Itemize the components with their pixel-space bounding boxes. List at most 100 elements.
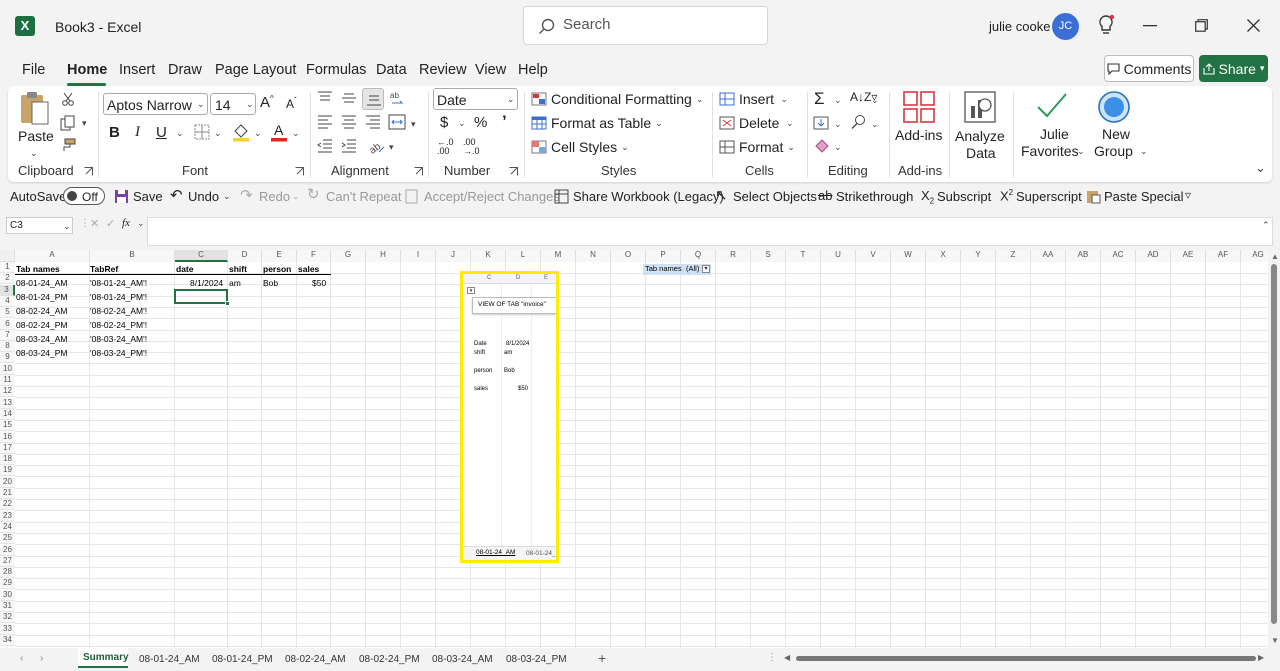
cell-styles-button[interactable]: Cell Styles ⌄ <box>531 139 629 155</box>
orientation-icon[interactable]: ab <box>367 138 385 154</box>
row-header[interactable]: 18 <box>0 454 15 466</box>
decrease-indent-icon[interactable] <box>317 139 333 153</box>
row-header[interactable]: 6 <box>0 318 15 330</box>
julie-favorites-button[interactable]: Julie Favorites ⌄ <box>1016 88 1086 160</box>
menu-insert[interactable]: Insert <box>119 62 155 78</box>
column-header[interactable]: C <box>175 250 228 262</box>
column-header[interactable]: G <box>331 250 366 262</box>
decrease-font-icon[interactable]: Aˇ <box>286 96 297 111</box>
sheet-tab-08-01-24-pm[interactable]: 08-01-24_PM <box>212 654 273 665</box>
row-header[interactable]: 25 <box>0 533 15 545</box>
column-header[interactable]: M <box>541 250 576 262</box>
row-header[interactable]: 1 <box>0 262 15 273</box>
cell-f2[interactable]: $50 <box>312 278 326 288</box>
cell-d2[interactable]: am <box>229 278 241 288</box>
row-header[interactable]: 2 <box>0 273 15 285</box>
select-all-corner[interactable] <box>0 250 15 262</box>
comments-button[interactable]: Comments <box>1104 55 1194 82</box>
sheet-tab-summary[interactable]: Summary <box>78 648 129 668</box>
column-header[interactable]: P <box>646 250 681 262</box>
menu-review[interactable]: Review <box>419 62 467 78</box>
superscript-icon[interactable]: X2 <box>1000 188 1013 203</box>
font-color-icon[interactable]: A <box>270 122 288 142</box>
menu-data[interactable]: Data <box>376 62 407 78</box>
column-header[interactable]: D <box>228 250 262 262</box>
paste-special-button[interactable]: Paste Special <box>1104 189 1184 204</box>
row-header[interactable]: 7 <box>0 329 15 341</box>
find-select-icon[interactable] <box>851 114 867 130</box>
sheet-preview-image[interactable]: C D E ▾ VIEW OF TAB "invoice" Date 8/1/2… <box>460 271 559 563</box>
column-header[interactable]: O <box>611 250 646 262</box>
align-right-icon[interactable] <box>365 115 381 129</box>
search-box[interactable]: Search <box>523 6 768 45</box>
menu-formulas[interactable]: Formulas <box>306 62 366 78</box>
subscript-button[interactable]: Subscript <box>937 189 991 204</box>
bold-button[interactable]: B <box>109 124 120 141</box>
confirm-entry-icon[interactable]: ✓ <box>106 217 115 230</box>
menu-draw[interactable]: Draw <box>168 62 202 78</box>
customize-toolbar-icon[interactable]: ▿ <box>1185 188 1191 202</box>
column-header[interactable]: B <box>90 250 175 262</box>
column-header[interactable]: S <box>751 250 786 262</box>
column-header[interactable]: I <box>401 250 436 262</box>
row-header[interactable]: 31 <box>0 601 15 612</box>
align-center-icon[interactable] <box>341 115 357 129</box>
column-header[interactable]: Y <box>961 250 996 262</box>
column-header[interactable]: J <box>436 250 471 262</box>
cell-a4[interactable]: 08-02-24_AM <box>16 306 68 316</box>
italic-button[interactable]: I <box>135 124 140 141</box>
row-header[interactable]: 26 <box>0 544 15 556</box>
column-header[interactable]: AA <box>1031 250 1066 262</box>
cell-a5[interactable]: 08-02-24_PM <box>16 320 68 330</box>
paste-button[interactable]: Paste ⌄ <box>18 90 54 160</box>
dialog-launcher-icon[interactable] <box>509 167 518 176</box>
header-tabref[interactable]: TabRef <box>90 264 118 274</box>
column-header[interactable]: AB <box>1066 250 1101 262</box>
minimize-icon[interactable] <box>1143 25 1157 27</box>
row-header[interactable]: 21 <box>0 488 15 499</box>
format-as-table-button[interactable]: Format as Table ⌄ <box>531 115 663 131</box>
column-header[interactable]: R <box>716 250 751 262</box>
name-box[interactable]: C3 ⌄ <box>6 217 73 234</box>
save-icon[interactable] <box>114 189 129 204</box>
comma-icon[interactable]: ’ <box>502 112 507 132</box>
merge-center-icon[interactable] <box>388 114 406 130</box>
lightbulb-icon[interactable] <box>1097 14 1115 38</box>
cell-e2[interactable]: Bob <box>263 278 278 288</box>
align-left-icon[interactable] <box>317 115 333 129</box>
align-top-icon[interactable] <box>317 91 333 105</box>
currency-button[interactable]: $ <box>440 114 448 131</box>
row-header[interactable]: 27 <box>0 555 15 567</box>
row-header[interactable]: 13 <box>0 397 15 409</box>
wrap-text-icon[interactable]: ab <box>390 90 406 106</box>
row-header[interactable]: 22 <box>0 499 15 511</box>
align-bottom-button[interactable] <box>362 88 384 110</box>
cell-a2[interactable]: 08-01-24_AM <box>16 278 68 288</box>
clear-icon[interactable] <box>813 139 829 153</box>
copy-icon[interactable] <box>60 115 76 131</box>
row-header[interactable]: 14 <box>0 408 15 420</box>
column-header[interactable]: F <box>297 250 331 262</box>
row-header[interactable]: 8 <box>0 341 15 353</box>
column-header[interactable]: T <box>786 250 821 262</box>
cell-a3[interactable]: 08-01-24_PM <box>16 292 68 302</box>
decrease-decimal-icon[interactable]: .00 →.0 <box>463 138 480 156</box>
row-header[interactable]: 3 <box>0 284 15 296</box>
cursor-arrow-icon[interactable]: ↖ <box>715 186 728 204</box>
row-header[interactable]: 20 <box>0 476 15 488</box>
increase-font-icon[interactable]: A^ <box>260 94 274 111</box>
new-group-button[interactable]: New Group ⌄ <box>1092 88 1152 160</box>
insert-function-button[interactable]: fx <box>122 217 130 229</box>
format-cells-button[interactable]: Format ⌄ <box>719 139 795 155</box>
font-name-select[interactable]: Aptos Narrow ⌄ <box>103 93 208 115</box>
vertical-scrollbar[interactable]: ▲ ▼ <box>1268 250 1280 648</box>
strikethrough-button[interactable]: Strikethrough <box>836 189 913 204</box>
spreadsheet-grid[interactable]: A B C D E F G H I J K L M N O P Q R S T U V W X Y Z AA AB AC AD AE AF AG… <box>0 250 1268 648</box>
fill-handle[interactable] <box>225 301 230 306</box>
horizontal-scrollbar[interactable]: ◀ ▶ <box>784 653 1266 663</box>
collapse-ribbon-icon[interactable]: ⌄ <box>1255 160 1266 176</box>
sheet-tab-08-02-24-am[interactable]: 08-02-24_AM <box>285 654 346 665</box>
subscript-icon[interactable]: X2 <box>921 188 934 206</box>
column-header[interactable]: Q <box>681 250 716 262</box>
user-name[interactable]: julie cooke <box>989 19 1050 34</box>
